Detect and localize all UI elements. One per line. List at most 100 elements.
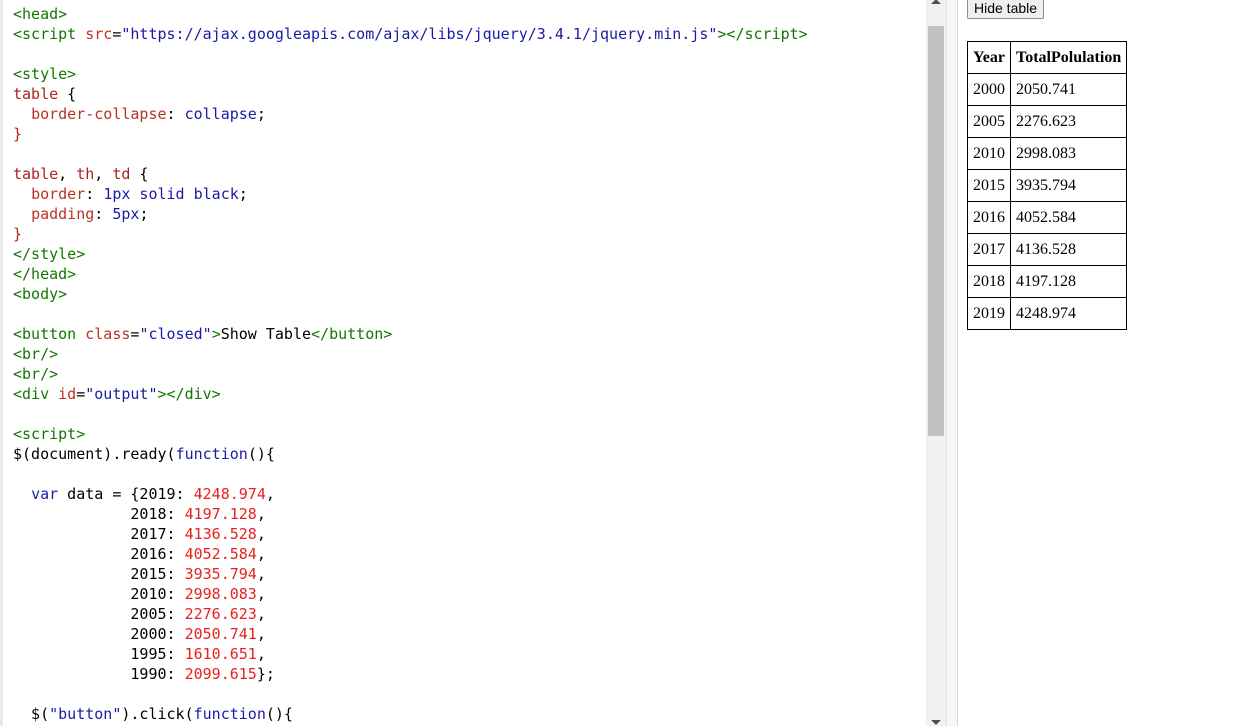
code-token: , — [256, 585, 266, 603]
code-line[interactable]: <div id="output"></div> — [13, 384, 808, 404]
code-content[interactable]: <head> <script src="https://ajax.googleap… — [13, 4, 808, 724]
code-token: ></ — [717, 25, 745, 43]
hide-table-button[interactable]: Hide table — [967, 0, 1045, 19]
table-row: 2018 4197.128 — [967, 265, 1128, 298]
code-token: 1610.651 — [184, 645, 257, 663]
code-token: function — [175, 445, 248, 463]
code-token: { — [58, 85, 77, 103]
code-token: 2010: — [13, 585, 185, 603]
code-line[interactable]: 1995: 1610.651, — [13, 644, 808, 664]
code-token: ; — [139, 205, 149, 223]
code-token: 2099.615 — [184, 665, 257, 683]
code-line[interactable] — [13, 44, 808, 64]
code-line[interactable]: <style> — [13, 64, 808, 84]
code-token: , — [265, 485, 275, 503]
code-token: $( — [13, 705, 50, 723]
code-line[interactable]: </style> — [13, 244, 808, 264]
code-token: 4197.128 — [184, 505, 257, 523]
code-token: ; — [238, 185, 248, 203]
code-token: border — [31, 185, 86, 203]
code-token: 5px — [112, 205, 140, 223]
code-token: </button> — [311, 325, 393, 343]
table-row: 2005 2276.623 — [967, 105, 1128, 138]
code-line[interactable]: <head> — [13, 4, 808, 24]
code-token: , — [256, 605, 266, 623]
code-line[interactable]: <script src="https://ajax.googleapis.com… — [13, 24, 808, 44]
pane-divider[interactable] — [946, 0, 958, 726]
code-line[interactable]: <br/> — [13, 344, 808, 364]
scroll-thumb[interactable] — [928, 26, 944, 436]
code-line[interactable]: </head> — [13, 264, 808, 284]
code-token: <body> — [13, 285, 68, 303]
code-line[interactable] — [13, 304, 808, 324]
cell-total-population: 4197.128 — [1009, 265, 1128, 298]
cell-year: 2005 — [967, 105, 1011, 138]
scroll-up-arrow-icon[interactable] — [931, 0, 941, 4]
code-line[interactable]: border-collapse: collapse; — [13, 104, 808, 124]
code-line[interactable]: <button class="closed">Show Table</butto… — [13, 324, 808, 344]
code-token: src — [85, 25, 113, 43]
scroll-down-arrow-icon[interactable] — [931, 720, 941, 725]
code-token: padding — [31, 205, 95, 223]
code-token: 2017: — [13, 525, 185, 543]
output-pane: Hide table Year TotalPolulation 2000 2050… — [958, 0, 1234, 726]
code-token: : — [166, 105, 185, 123]
code-line[interactable]: <script> — [13, 424, 808, 444]
code-line[interactable]: 2015: 3935.794, — [13, 564, 808, 584]
editor-scrollbar[interactable] — [926, 0, 946, 726]
code-line[interactable]: $(document).ready(function(){ — [13, 444, 808, 464]
table-row: 2000 2050.741 — [967, 73, 1128, 106]
code-token: } — [13, 225, 23, 243]
code-token: <br/> — [13, 365, 59, 383]
code-token: , — [256, 505, 266, 523]
code-line[interactable]: 2018: 4197.128, — [13, 504, 808, 524]
cell-total-population: 2276.623 — [1009, 105, 1128, 138]
code-line[interactable]: <body> — [13, 284, 808, 304]
code-token: class — [85, 325, 131, 343]
code-token: "output" — [85, 385, 158, 403]
cell-total-population: 3935.794 — [1009, 169, 1128, 202]
code-token: "closed" — [139, 325, 212, 343]
code-line[interactable]: 2005: 2276.623, — [13, 604, 808, 624]
code-line[interactable]: <br/> — [13, 364, 808, 384]
code-line[interactable]: padding: 5px; — [13, 204, 808, 224]
code-token: , — [256, 625, 266, 643]
cell-year: 2018 — [967, 265, 1011, 298]
code-token: 2276.623 — [184, 605, 257, 623]
code-token: 2000: — [13, 625, 185, 643]
table-body: 2000 2050.741 2005 2276.623 2010 2998.083 2015… — [967, 73, 1128, 330]
code-line[interactable]: 2010: 2998.083, — [13, 584, 808, 604]
code-token: 4052.584 — [184, 545, 257, 563]
code-line[interactable] — [13, 144, 808, 164]
table-row: 2019 4248.974 — [967, 297, 1128, 330]
code-line[interactable] — [13, 684, 808, 704]
code-line[interactable]: table { — [13, 84, 808, 104]
code-token: id — [58, 385, 77, 403]
code-line[interactable]: 1990: 2099.615}; — [13, 664, 808, 684]
code-line[interactable]: var data = {2019: 4248.974, — [13, 484, 808, 504]
code-line[interactable]: $("button").click(function(){ — [13, 704, 808, 724]
header-total-population: TotalPolulation — [1009, 41, 1128, 74]
code-token: Show Table — [220, 325, 312, 343]
code-line[interactable]: 2017: 4136.528, — [13, 524, 808, 544]
cell-total-population: 2998.083 — [1009, 137, 1128, 170]
code-editor[interactable]: <head> <script src="https://ajax.googleap… — [0, 0, 926, 726]
code-line[interactable] — [13, 464, 808, 484]
code-line[interactable]: 2000: 2050.741, — [13, 624, 808, 644]
code-line[interactable]: table, th, td { — [13, 164, 808, 184]
code-line[interactable]: } — [13, 224, 808, 244]
code-line[interactable] — [13, 404, 808, 424]
code-token: = — [76, 385, 86, 403]
code-token: 4136.528 — [184, 525, 257, 543]
code-line[interactable]: 2016: 4052.584, — [13, 544, 808, 564]
code-token: th — [76, 165, 95, 183]
code-token: td — [112, 165, 131, 183]
code-token: <div — [13, 385, 59, 403]
cell-total-population: 4052.584 — [1009, 201, 1128, 234]
code-token: </style> — [13, 245, 86, 263]
code-token: <script> — [13, 425, 86, 443]
code-line[interactable]: border: 1px solid black; — [13, 184, 808, 204]
code-line[interactable]: } — [13, 124, 808, 144]
